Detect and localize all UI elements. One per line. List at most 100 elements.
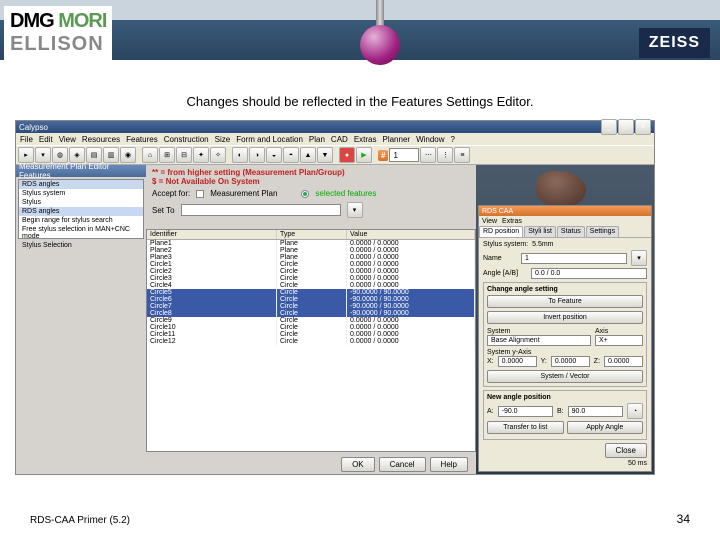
toolbar-button[interactable]: ◈ xyxy=(69,147,85,163)
table-row[interactable]: Circle11Circle0.0000 / 0.0000 xyxy=(147,331,475,338)
toolbar-button[interactable]: ◉ xyxy=(120,147,136,163)
b-field[interactable]: 90.0 xyxy=(568,406,623,417)
left-panel-item[interactable]: Stylus xyxy=(19,198,143,207)
toolbar-button[interactable]: ◐ xyxy=(232,147,248,163)
rds-menu-item[interactable]: Extras xyxy=(502,218,522,225)
menu-item[interactable]: View xyxy=(59,135,76,144)
maximize-button[interactable]: □ xyxy=(618,119,634,135)
table-row[interactable]: Circle1Circle0.0000 / 0.0000 xyxy=(147,261,475,268)
toolbar-button[interactable]: ▾ xyxy=(35,147,51,163)
x-field[interactable]: 0.0000 xyxy=(498,356,537,367)
menu-item[interactable]: ? xyxy=(451,135,455,144)
menu-item[interactable]: Size xyxy=(215,135,231,144)
left-panel-item[interactable]: Stylus Selection xyxy=(19,241,143,250)
toolbar-button[interactable]: ▼ xyxy=(317,147,333,163)
close-button[interactable]: Close xyxy=(605,443,647,458)
rds-title: RDS CAA xyxy=(479,206,651,216)
table-row[interactable]: Plane1Plane0.0000 / 0.0000 xyxy=(147,240,475,247)
toolbar-button[interactable]: ▸ xyxy=(18,147,34,163)
selected-features-radio[interactable] xyxy=(301,190,309,198)
set-to-input[interactable] xyxy=(181,204,341,216)
left-panel-item[interactable]: RDS angles xyxy=(19,180,143,189)
table-row[interactable]: Circle5Circle-90.0000 / 90.0000 xyxy=(147,289,475,296)
play-icon[interactable]: ▶ xyxy=(356,147,372,163)
cad-viewport[interactable]: x RDS CAA ViewExtras RD positionStyli li… xyxy=(476,165,654,474)
invert-position-button[interactable]: Invert position xyxy=(487,311,643,324)
col-type[interactable]: Type xyxy=(277,230,347,239)
table-row[interactable]: Circle6Circle-90.0000 / 90.0000 xyxy=(147,296,475,303)
cancel-button[interactable]: Cancel xyxy=(379,457,426,472)
angle-icon[interactable]: ◔ xyxy=(627,403,643,419)
menu-item[interactable]: Features xyxy=(126,135,158,144)
transfer-to-list-button[interactable]: Transfer to list xyxy=(487,421,564,434)
toolbar-button[interactable]: ▤ xyxy=(86,147,102,163)
logo-dmg-mori-ellison: DMG MORI ELLISON xyxy=(4,6,112,60)
z-field[interactable]: 0.0000 xyxy=(604,356,643,367)
table-row[interactable]: Circle4Circle0.0000 / 0.0000 xyxy=(147,282,475,289)
set-to-dropdown-icon[interactable]: ▾ xyxy=(347,202,363,218)
table-row[interactable]: Circle8Circle-90.0000 / 90.0000 xyxy=(147,310,475,317)
menu-item[interactable]: Planner xyxy=(382,135,410,144)
left-panel-item[interactable]: Begin range for stylus search xyxy=(19,216,143,225)
system-dropdown[interactable]: Base Alignment xyxy=(487,335,591,346)
toolbar-button[interactable]: ⊞ xyxy=(159,147,175,163)
rds-tab[interactable]: Settings xyxy=(586,226,619,237)
table-row[interactable]: Circle3Circle0.0000 / 0.0000 xyxy=(147,275,475,282)
table-row[interactable]: Circle12Circle0.0000 / 0.0000 xyxy=(147,338,475,345)
toolbar-button[interactable]: ⋯ xyxy=(420,147,436,163)
toolbar-button[interactable]: ≡ xyxy=(454,147,470,163)
menu-item[interactable]: Form and Location xyxy=(236,135,303,144)
toolbar-button[interactable]: ◍ xyxy=(52,147,68,163)
name-dropdown-icon[interactable]: ▾ xyxy=(631,250,647,266)
table-row[interactable]: Circle9Circle0.0000 / 0.0000 xyxy=(147,317,475,324)
toolbar-button[interactable]: ⌂ xyxy=(142,147,158,163)
toolbar-button[interactable]: ⋮ xyxy=(437,147,453,163)
hash-field[interactable]: 1 xyxy=(389,148,419,162)
menu-item[interactable]: Resources xyxy=(82,135,120,144)
menu-item[interactable]: Edit xyxy=(39,135,53,144)
apply-angle-button[interactable]: Apply Angle xyxy=(567,421,644,434)
rds-tab[interactable]: RD position xyxy=(479,226,523,237)
minimize-button[interactable]: _ xyxy=(601,119,617,135)
measurement-plan-checkbox[interactable] xyxy=(196,190,204,198)
stop-icon[interactable]: ● xyxy=(339,147,355,163)
rds-tab[interactable]: Styli list xyxy=(524,226,556,237)
menu-item[interactable]: Construction xyxy=(164,135,209,144)
col-identifier[interactable]: Identifier xyxy=(147,230,277,239)
left-panel-item[interactable]: Free stylus selection in MAN+CNC mode xyxy=(19,225,143,241)
rds-menu-item[interactable]: View xyxy=(482,218,497,225)
toolbar-button[interactable]: ✦ xyxy=(193,147,209,163)
help-button[interactable]: Help xyxy=(430,457,468,472)
rds-tab[interactable]: Status xyxy=(557,226,585,237)
left-panel-item[interactable]: Stylus system xyxy=(19,189,143,198)
menu-item[interactable]: File xyxy=(20,135,33,144)
table-row[interactable]: Circle10Circle0.0000 / 0.0000 xyxy=(147,324,475,331)
menu-item[interactable]: Plan xyxy=(309,135,325,144)
toolbar-button[interactable]: ◑ xyxy=(249,147,265,163)
system-vector-button[interactable]: System / Vector xyxy=(487,370,643,383)
table-row[interactable]: Plane2Plane0.0000 / 0.0000 xyxy=(147,247,475,254)
table-row[interactable]: Circle2Circle0.0000 / 0.0000 xyxy=(147,268,475,275)
name-field[interactable]: 1 xyxy=(521,253,627,264)
toolbar-button[interactable]: ◓ xyxy=(283,147,299,163)
axis-label: Axis xyxy=(595,328,643,335)
col-value[interactable]: Value xyxy=(347,230,475,239)
axis-dropdown[interactable]: X+ xyxy=(595,335,643,346)
to-feature-button[interactable]: To Feature xyxy=(487,295,643,308)
left-panel-item[interactable]: RDS angles xyxy=(19,207,143,216)
toolbar-button[interactable]: ▲ xyxy=(300,147,316,163)
y-field[interactable]: 0.0000 xyxy=(551,356,590,367)
table-row[interactable]: Plane3Plane0.0000 / 0.0000 xyxy=(147,254,475,261)
toolbar-button[interactable]: ▥ xyxy=(103,147,119,163)
toolbar-button[interactable]: ✧ xyxy=(210,147,226,163)
ok-button[interactable]: OK xyxy=(341,457,375,472)
menu-item[interactable]: Window xyxy=(416,135,444,144)
menu-item[interactable]: CAD xyxy=(331,135,348,144)
a-field[interactable]: -90.0 xyxy=(498,406,553,417)
menu-item[interactable]: Extras xyxy=(354,135,377,144)
toolbar-button[interactable]: ⊟ xyxy=(176,147,192,163)
toolbar-button[interactable]: ◒ xyxy=(266,147,282,163)
close-button[interactable]: × xyxy=(635,119,651,135)
table-row[interactable]: Circle7Circle-90.0000 / 90.0000 xyxy=(147,303,475,310)
z-label: Z: xyxy=(594,358,600,365)
